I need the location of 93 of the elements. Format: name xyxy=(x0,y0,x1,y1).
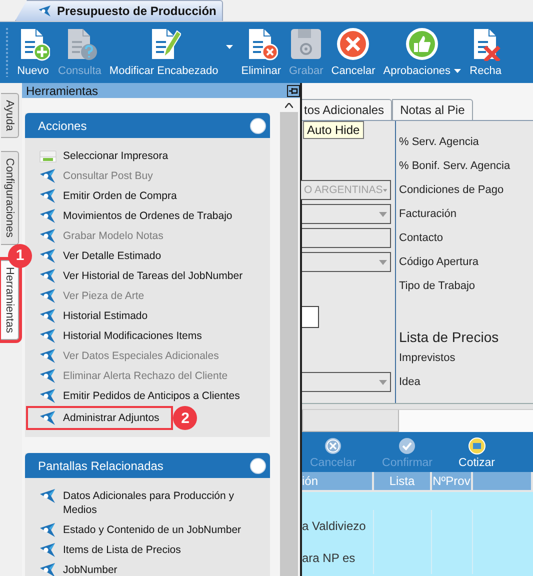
thumbs-up-icon xyxy=(406,28,438,60)
caret-icon xyxy=(379,380,387,384)
field-label: Imprevistos xyxy=(398,352,456,364)
toolbar-button[interactable]: Aprobaciones xyxy=(379,22,465,83)
form-tab[interactable]: tos Adicionales xyxy=(302,99,392,120)
column-header: Lista xyxy=(374,472,432,490)
caret-icon xyxy=(226,44,234,48)
shield-icon xyxy=(39,329,57,343)
caret-icon xyxy=(382,188,387,192)
field-label: Condiciones de Pago xyxy=(398,184,504,196)
shield-icon xyxy=(39,189,57,203)
pin-button[interactable] xyxy=(287,84,300,96)
callout-badge: 2 xyxy=(173,406,198,430)
menu-item[interactable]: Historial Estimado xyxy=(28,306,152,326)
shield-icon xyxy=(39,349,57,363)
field-label: Código Apertura xyxy=(398,256,478,268)
shield-icon xyxy=(39,411,57,425)
menu-item[interactable]: Administrar Adjuntos xyxy=(28,408,172,428)
field-label: % Bonif. Serv. Agencia xyxy=(398,160,510,172)
side-tab[interactable]: Herramientas xyxy=(1,260,19,340)
menu-item[interactable]: Movimientos de Ordenes de Trabajo xyxy=(28,206,236,226)
shield-icon xyxy=(39,563,57,576)
field-label: Idea xyxy=(398,376,420,388)
cancel-icon xyxy=(324,437,342,455)
shield-icon xyxy=(38,5,52,17)
shield-icon xyxy=(39,289,57,303)
document-delete-icon xyxy=(474,28,501,61)
menu-item[interactable]: JobNumber xyxy=(28,560,122,576)
panel-title: Herramientas xyxy=(26,84,98,98)
scrollbar[interactable] xyxy=(280,98,298,576)
input-field[interactable] xyxy=(302,306,319,328)
shield-icon xyxy=(39,309,57,323)
document-plus-icon xyxy=(21,28,50,61)
coins-icon xyxy=(468,437,486,455)
menu-item[interactable]: Estado y Contenido de un JobNumber xyxy=(28,520,246,540)
toolbar-button[interactable]: Cotizar xyxy=(452,432,501,472)
table-cell: a Valdiviezo xyxy=(302,510,374,542)
printer-icon xyxy=(39,149,57,163)
document-question-icon xyxy=(68,28,97,60)
shield-icon xyxy=(39,543,57,557)
caret-icon xyxy=(454,69,461,73)
menu-item[interactable]: Items de Lista de Precios xyxy=(28,540,185,560)
table-cell: ara NP es xyxy=(302,542,374,574)
collapse-button[interactable] xyxy=(250,458,266,474)
caret-icon xyxy=(285,102,293,108)
field-label: % Serv. Agencia xyxy=(398,136,479,148)
toolbar-button[interactable]: Modificar Encabezado xyxy=(105,22,222,83)
shield-icon xyxy=(39,269,57,283)
check-icon xyxy=(398,437,416,455)
document-tab[interactable]: Presupuesto de Producción xyxy=(15,0,224,21)
side-tab[interactable]: Configuraciones xyxy=(1,151,19,244)
input-field[interactable] xyxy=(302,228,391,248)
dropdown-field[interactable] xyxy=(302,372,391,392)
group-title: Pantallas Relacionadas xyxy=(38,458,164,472)
caret-icon xyxy=(379,212,387,216)
menu-item[interactable]: Historial Modificaciones Items xyxy=(28,326,206,346)
shield-icon xyxy=(39,489,57,503)
shield-icon xyxy=(39,249,57,263)
menu-item[interactable]: Datos Adicionales para Producción y Medios xyxy=(28,486,250,520)
tab-title: Presupuesto de Producción xyxy=(57,4,216,18)
shield-icon xyxy=(39,389,57,403)
pin-icon xyxy=(289,86,298,94)
field-label: Facturación xyxy=(398,208,456,220)
side-tab[interactable]: Ayuda xyxy=(1,93,19,138)
shield-icon xyxy=(39,229,57,243)
menu-item[interactable]: Emitir Pedidos de Anticipos a Clientes xyxy=(28,386,244,406)
shield-icon xyxy=(39,369,57,383)
shield-icon xyxy=(39,523,57,537)
group-title: Acciones xyxy=(38,118,87,132)
toolbar-button[interactable]: Recha xyxy=(464,22,507,83)
column-header: ión xyxy=(302,472,374,490)
menu-item[interactable]: Ver Historial de Tareas del JobNumber xyxy=(28,266,247,286)
menu-item[interactable]: Emitir Orden de Compra xyxy=(28,186,181,206)
column-header: NºProv xyxy=(432,472,473,490)
shield-icon xyxy=(39,169,57,183)
shield-icon xyxy=(39,209,57,223)
toolbar-button[interactable]: Nuevo xyxy=(12,22,54,83)
form-tab[interactable]: Notas al Pie xyxy=(392,99,473,120)
dropdown-field[interactable] xyxy=(302,252,391,272)
toolbar-button[interactable]: Cancelar xyxy=(327,22,380,83)
field-label: Tipo de Trabajo xyxy=(398,280,476,292)
scroll-up-button[interactable] xyxy=(280,98,298,112)
toolbar-button[interactable]: Eliminar xyxy=(237,22,285,83)
menu-item[interactable]: Seleccionar Impresora xyxy=(28,146,172,166)
document-delete-icon xyxy=(249,28,278,60)
section-heading: Lista de Precios xyxy=(398,329,499,345)
tooltip: Auto Hide xyxy=(303,121,364,139)
dropdown-field[interactable] xyxy=(302,204,391,224)
collapse-button[interactable] xyxy=(250,118,266,134)
document-pencil-icon xyxy=(152,28,181,59)
field-label: Contacto xyxy=(398,232,444,244)
caret-icon xyxy=(379,260,387,264)
cancel-icon xyxy=(337,28,370,60)
